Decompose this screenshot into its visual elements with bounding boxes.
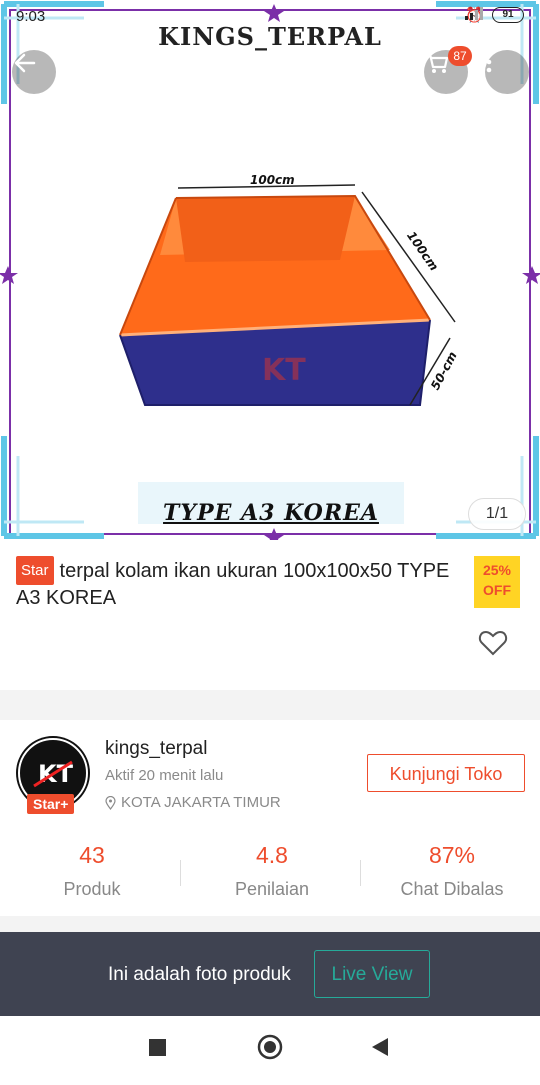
visit-shop-button[interactable]: Kunjungi Toko — [367, 754, 525, 792]
watermark-logo: KT — [262, 353, 306, 388]
type-label: TYPE A3 KOREA — [163, 500, 379, 526]
live-view-button[interactable]: Live View — [314, 950, 430, 998]
dim-height-label: 50-cm — [428, 349, 460, 392]
back-button[interactable] — [12, 50, 56, 94]
pool-illustration: 100cm 100cm 50-cm KT — [119, 173, 460, 406]
stat-divider — [360, 860, 361, 886]
stat-label: Chat Dibalas — [400, 879, 504, 899]
discount-percent: 25% — [482, 562, 512, 578]
discount-badge: 25% OFF — [474, 556, 520, 608]
battery-icon: 91 — [492, 7, 524, 23]
system-navigation-bar — [0, 1016, 540, 1080]
shop-active-status: Aktif 20 menit lalu — [105, 767, 224, 784]
back-nav-icon[interactable] — [372, 1038, 388, 1056]
stat-value: 87% — [428, 842, 476, 868]
home-icon-inner — [264, 1041, 276, 1053]
product-title-block: Star terpal kolam ikan ukuran 100x100x50 … — [16, 556, 456, 612]
stat-label: Penilaian — [234, 879, 310, 899]
stat-value: 43 — [79, 842, 105, 868]
recent-apps-icon[interactable] — [149, 1039, 166, 1056]
arrow-left-icon — [14, 53, 36, 73]
section-divider — [0, 690, 540, 720]
shop-location-text: KOTA JAKARTA TIMUR — [121, 794, 281, 811]
cart-icon — [426, 52, 449, 73]
stat-label: Produk — [63, 879, 121, 899]
cart-count-badge: 87 — [448, 46, 472, 66]
stat-products[interactable]: 43 Produk — [2, 842, 182, 900]
image-pager: 1/1 — [468, 498, 526, 530]
signal-icon-2 — [465, 7, 484, 20]
cart-button[interactable]: 87 — [424, 46, 472, 94]
stat-rating[interactable]: 4.8 Penilaian — [182, 842, 362, 900]
dim-width-label: 100cm — [250, 173, 295, 187]
live-bar-text: Ini adalah foto produk — [108, 964, 291, 985]
star-plus-badge: Star+ — [27, 794, 75, 814]
stat-chat-reply[interactable]: 87% Chat Dibalas — [362, 842, 540, 900]
heart-icon[interactable] — [478, 628, 508, 658]
product-image-area[interactable]: 100cm 100cm 50-cm KT 9:03 ⏰ 91 KINGS_TER… — [0, 0, 540, 540]
product-title: terpal kolam ikan ukuran 100x100x50 TYPE… — [16, 560, 450, 609]
location-pin-icon — [105, 795, 116, 810]
more-options-button[interactable] — [485, 50, 529, 94]
more-vertical-icon — [486, 51, 492, 73]
stat-divider — [180, 860, 181, 886]
shop-location: KOTA JAKARTA TIMUR — [105, 794, 281, 811]
shop-name[interactable]: kings_terpal — [105, 738, 207, 760]
discount-off: OFF — [483, 582, 511, 598]
star-badge: Star — [16, 556, 54, 585]
dim-depth-label: 100cm — [404, 229, 441, 274]
section-divider — [0, 916, 540, 932]
stat-value: 4.8 — [256, 842, 288, 868]
